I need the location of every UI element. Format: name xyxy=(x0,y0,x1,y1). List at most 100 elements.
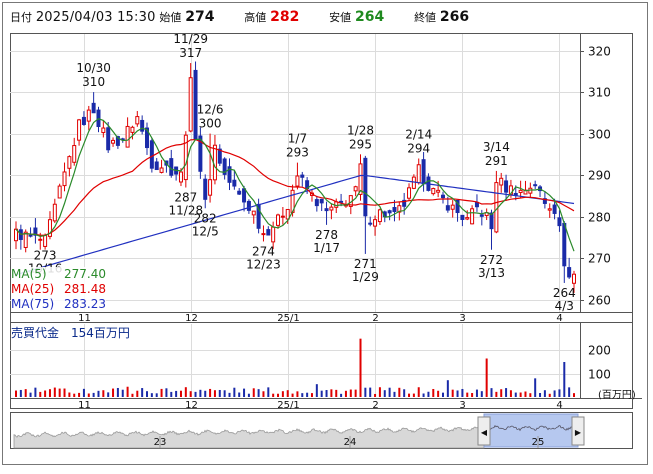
candle-up xyxy=(271,226,276,243)
annotation-date: 1/29 xyxy=(352,270,379,284)
volume-bar xyxy=(29,392,32,397)
volume-bar xyxy=(136,390,139,397)
volume-bar xyxy=(194,391,197,397)
volume-bar xyxy=(286,390,289,397)
volume-bar xyxy=(155,393,158,397)
candle-up xyxy=(125,125,130,148)
volume-bar xyxy=(82,388,85,397)
annotation-value: 287 xyxy=(174,191,197,205)
candle-down xyxy=(567,267,572,278)
candle-down xyxy=(368,222,373,225)
date-label: 日付 xyxy=(10,11,32,24)
annotation-date: 4/3 xyxy=(555,299,574,313)
candle-down xyxy=(504,180,509,193)
annotation-value: 272 xyxy=(480,253,503,267)
volume-date-tick-label: 3 xyxy=(459,400,465,411)
volume-bar xyxy=(92,392,95,397)
volume-bar xyxy=(364,387,367,397)
volume-bar xyxy=(320,390,323,397)
candle-up xyxy=(353,186,358,192)
annotation-date: 1/28 xyxy=(347,123,374,137)
open-value: 274 xyxy=(185,9,215,25)
volume-bar xyxy=(296,391,299,397)
volume-bar xyxy=(388,387,391,397)
candle-up xyxy=(23,231,28,248)
annotation-value: 273 xyxy=(34,249,57,263)
volume-bar xyxy=(209,388,212,397)
open-label: 始値 xyxy=(159,11,182,24)
volume-date-tick-label: 4 xyxy=(556,400,562,411)
volume-bar xyxy=(325,390,328,397)
annotation-value: 291 xyxy=(485,154,508,168)
candle-up xyxy=(276,214,281,226)
volume-bar xyxy=(509,390,512,397)
candle-up xyxy=(159,167,164,173)
volume-bar xyxy=(369,387,372,397)
volume-bar xyxy=(233,387,236,397)
volume-bar xyxy=(500,389,503,397)
volume-bar xyxy=(175,390,178,397)
volume-bar xyxy=(39,391,42,397)
price-tick-label: 310 xyxy=(588,86,611,100)
volume-bar xyxy=(505,388,508,397)
volume-bar xyxy=(475,389,478,397)
price-tick-label: 290 xyxy=(588,169,611,183)
low-value: 264 xyxy=(355,9,385,25)
chart-canvas: 260 270 280 290 300 310 320 100 200 11 11 12 12 25/1 2… xyxy=(2,2,648,465)
overview-year-label: 23 xyxy=(154,437,167,448)
volume-bar xyxy=(378,387,381,397)
annotation-date: 1/17 xyxy=(313,241,340,255)
volume-bar xyxy=(87,393,90,397)
volume-bar xyxy=(417,387,420,397)
volume-bar xyxy=(344,390,347,397)
volume-bar xyxy=(199,389,202,397)
candle-up xyxy=(295,175,300,187)
candle-up xyxy=(188,77,193,132)
annotation-date: 2/14 xyxy=(405,127,432,141)
annotation-date: 12/6 xyxy=(197,103,224,117)
volume-bar xyxy=(451,389,454,397)
candle-up xyxy=(494,182,499,233)
annotation-value: 274 xyxy=(252,244,275,258)
volume-bar xyxy=(291,393,294,397)
volume-bar xyxy=(485,358,488,397)
price-tick-label: 280 xyxy=(588,211,611,225)
volume-unit: (百万円) xyxy=(598,390,636,401)
volume-bar xyxy=(340,393,343,397)
candle-down xyxy=(460,214,465,220)
volume-bar xyxy=(393,391,396,397)
volume-bar xyxy=(539,393,542,397)
candle-up xyxy=(77,119,82,141)
volume-bar xyxy=(277,393,280,397)
datetime-value: 2025/04/03 15:30 xyxy=(35,10,156,25)
candle-down xyxy=(237,190,242,195)
candle-up xyxy=(43,234,48,247)
annotation-date: 12/23 xyxy=(246,257,281,271)
candle-up xyxy=(407,187,412,199)
volume-bar xyxy=(73,393,76,397)
volume-bar xyxy=(432,388,435,397)
volume-bar xyxy=(146,391,149,397)
candle-up xyxy=(86,109,91,122)
volume-bar xyxy=(315,384,318,397)
candle-down xyxy=(324,208,329,212)
candle-up xyxy=(416,164,421,184)
candle-down xyxy=(479,214,484,217)
candle-up xyxy=(450,204,455,210)
volume-bar xyxy=(427,391,430,397)
volume-bar xyxy=(335,389,338,397)
volume-bar xyxy=(204,390,207,397)
volume-bar xyxy=(179,390,182,397)
price-tick-label: 300 xyxy=(588,128,611,142)
volume-bar xyxy=(262,391,265,397)
volume-bar xyxy=(150,393,153,397)
volume-bar xyxy=(44,390,47,397)
candle-down xyxy=(489,212,494,230)
ma5-label: MA(5) xyxy=(11,267,47,281)
volume-bar xyxy=(519,392,522,397)
candle-up xyxy=(72,145,77,163)
candle-up xyxy=(470,208,475,225)
date-strip xyxy=(10,312,633,323)
annotation-value: 271 xyxy=(354,257,377,271)
annotation-date: 3/14 xyxy=(483,140,510,154)
